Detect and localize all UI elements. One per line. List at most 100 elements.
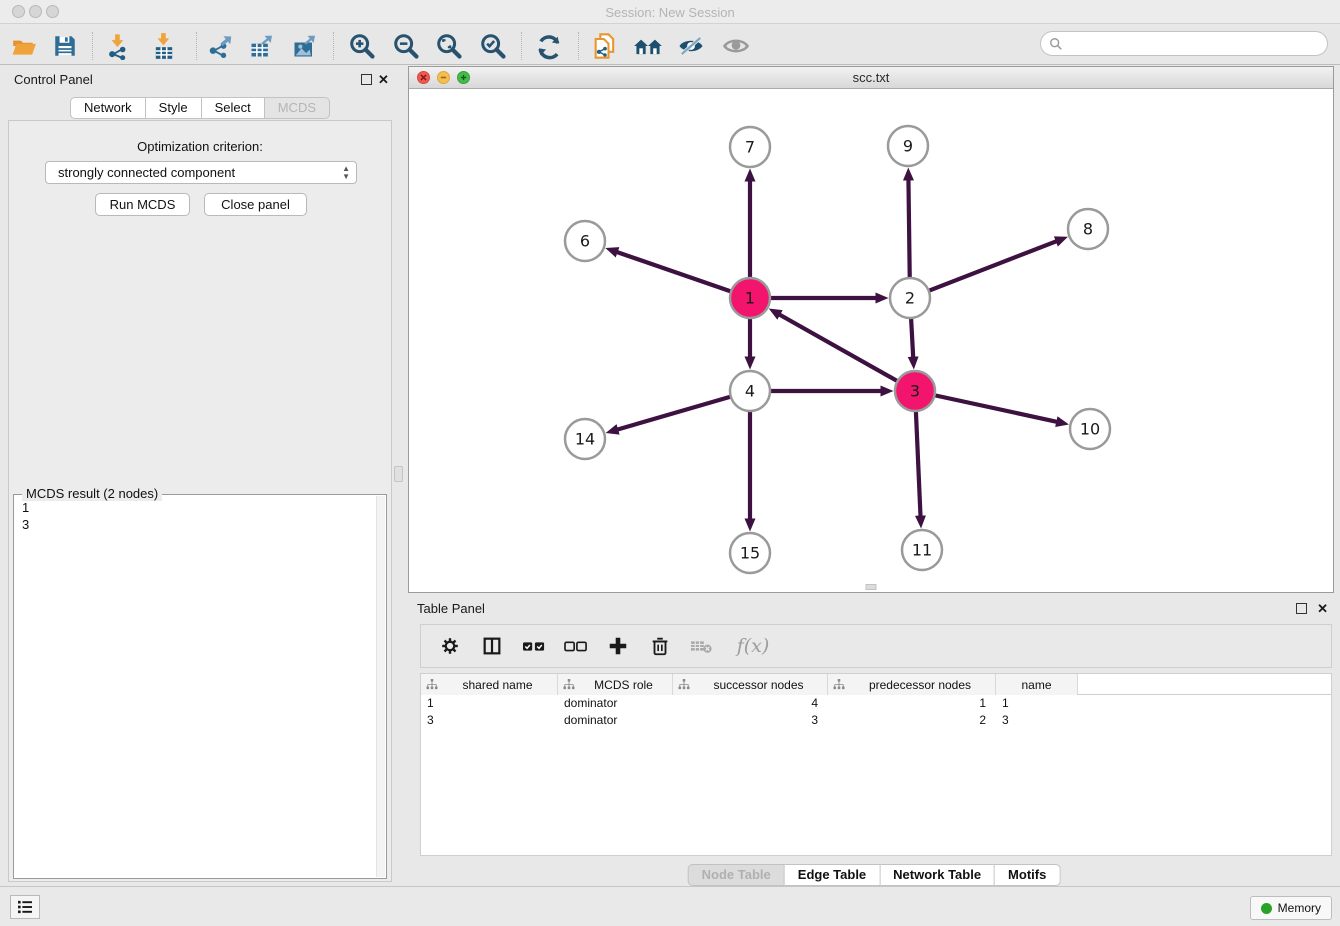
table-cell: 4: [673, 695, 828, 712]
edge-2-8[interactable]: [929, 241, 1057, 290]
main-toolbar: [0, 27, 1340, 65]
table-cell: 1: [421, 695, 558, 712]
node-label: 14: [575, 430, 595, 449]
show-all-button[interactable]: [719, 30, 753, 62]
first-neighbors-button[interactable]: [631, 30, 665, 62]
list-icon: [17, 900, 33, 914]
save-floppy-icon: [52, 33, 78, 59]
float-panel-icon[interactable]: [1296, 603, 1307, 614]
table-panel: Table Panel ✕: [408, 597, 1340, 886]
result-scrollbar[interactable]: [376, 496, 385, 877]
tab-motifs[interactable]: Motifs: [995, 864, 1060, 886]
node-label: 1: [745, 289, 755, 308]
table-row[interactable]: 3dominator323: [421, 712, 1331, 729]
zoom-selected-icon: [479, 32, 507, 60]
delete-column-button[interactable]: [647, 633, 673, 659]
column-header-mcds-role[interactable]: MCDS role: [558, 674, 673, 695]
search-box: [1040, 31, 1328, 56]
mcds-panel-body: Optimization criterion: strongly connect…: [8, 120, 392, 882]
criterion-dropdown[interactable]: strongly connected component ▲▼: [45, 161, 357, 184]
zoom-out-button[interactable]: [389, 30, 423, 62]
save-session-button[interactable]: [48, 30, 82, 62]
edge-3-1[interactable]: [780, 315, 898, 381]
refresh-view-button[interactable]: [532, 30, 566, 62]
panel-divider-grip[interactable]: [394, 466, 403, 482]
open-folder-icon: [11, 33, 37, 59]
search-icon: [1049, 37, 1063, 51]
tab-network[interactable]: Network: [70, 97, 146, 119]
clone-network-icon: [591, 32, 619, 60]
column-type-icon: [563, 679, 575, 690]
zoom-out-icon: [392, 32, 420, 60]
network-graph: 7968124314101511: [409, 89, 1333, 592]
edge-3-10[interactable]: [935, 395, 1057, 422]
optimization-criterion-label: Optimization criterion:: [9, 139, 391, 154]
birdseye-grip[interactable]: [866, 584, 877, 590]
mcds-result-text[interactable]: 1 3: [22, 499, 374, 874]
delete-table-button[interactable]: [689, 633, 715, 659]
edge-4-14[interactable]: [618, 397, 731, 430]
table-rows: 1dominator4113dominator323: [421, 695, 1331, 729]
table-toolbar: f(x): [420, 624, 1332, 668]
zoom-in-button[interactable]: [345, 30, 379, 62]
zoom-selected-button[interactable]: [476, 30, 510, 62]
float-panel-icon[interactable]: [361, 74, 372, 85]
import-network-button[interactable]: [101, 30, 135, 62]
memory-status-icon: [1261, 903, 1272, 914]
edge-1-6[interactable]: [617, 252, 731, 291]
edge-3-11[interactable]: [916, 411, 921, 516]
houses-icon: [633, 32, 663, 60]
network-window-titlebar[interactable]: scc.txt: [409, 67, 1333, 89]
eye-slash-icon: [676, 32, 706, 60]
export-network-button[interactable]: [203, 30, 237, 62]
network-title: scc.txt: [409, 70, 1333, 85]
import-network-icon: [104, 32, 132, 60]
node-label: 3: [910, 382, 920, 401]
column-header-name[interactable]: name: [996, 674, 1078, 695]
import-table-button[interactable]: [147, 30, 181, 62]
close-panel-button[interactable]: Close panel: [204, 193, 307, 216]
memory-button[interactable]: Memory: [1250, 896, 1332, 920]
clone-network-button[interactable]: [588, 30, 622, 62]
close-panel-icon[interactable]: ✕: [378, 72, 389, 88]
zoom-fit-button[interactable]: [432, 30, 466, 62]
table-panel-title: Table Panel: [417, 601, 485, 616]
tab-network-table[interactable]: Network Table: [880, 864, 995, 886]
memory-label: Memory: [1278, 901, 1321, 915]
node-label: 10: [1080, 420, 1100, 439]
close-panel-icon[interactable]: ✕: [1317, 601, 1328, 617]
hide-selected-button[interactable]: [674, 30, 708, 62]
export-image-button[interactable]: [288, 30, 322, 62]
network-canvas[interactable]: 7968124314101511: [409, 89, 1333, 592]
show-columns-button[interactable]: [479, 633, 505, 659]
node-table: shared name MCDS role successor nodes pr…: [420, 673, 1332, 856]
open-session-button[interactable]: [7, 30, 41, 62]
edge-2-3[interactable]: [911, 318, 913, 357]
table-row[interactable]: 1dominator411: [421, 695, 1331, 712]
task-history-button[interactable]: [10, 895, 40, 919]
run-mcds-button[interactable]: Run MCDS: [95, 193, 190, 216]
column-type-icon: [426, 679, 438, 690]
export-table-button[interactable]: [245, 30, 279, 62]
deselect-all-columns-button[interactable]: [563, 633, 589, 659]
node-label: 9: [903, 137, 913, 156]
edge-2-9[interactable]: [908, 180, 909, 278]
column-header-predecessor-nodes[interactable]: predecessor nodes: [828, 674, 996, 695]
tab-edge-table[interactable]: Edge Table: [785, 864, 880, 886]
column-header-shared-name[interactable]: shared name: [421, 674, 558, 695]
column-header-successor-nodes[interactable]: successor nodes: [673, 674, 828, 695]
fx-icon: f(x): [737, 635, 770, 657]
tab-style[interactable]: Style: [146, 97, 202, 119]
tab-select[interactable]: Select: [202, 97, 265, 119]
select-all-columns-button[interactable]: [521, 633, 547, 659]
add-column-button[interactable]: [605, 633, 631, 659]
table-panel-tabs: Node Table Edge Table Network Table Moti…: [688, 864, 1061, 886]
criterion-value: strongly connected component: [58, 165, 235, 180]
checked-boxes-icon: [521, 635, 547, 657]
tab-mcds[interactable]: MCDS: [265, 97, 330, 119]
search-input[interactable]: [1063, 37, 1327, 51]
table-cell: dominator: [558, 695, 673, 712]
tab-node-table[interactable]: Node Table: [688, 864, 785, 886]
settings-gear-button[interactable]: [437, 633, 463, 659]
function-builder-button[interactable]: f(x): [731, 633, 775, 659]
